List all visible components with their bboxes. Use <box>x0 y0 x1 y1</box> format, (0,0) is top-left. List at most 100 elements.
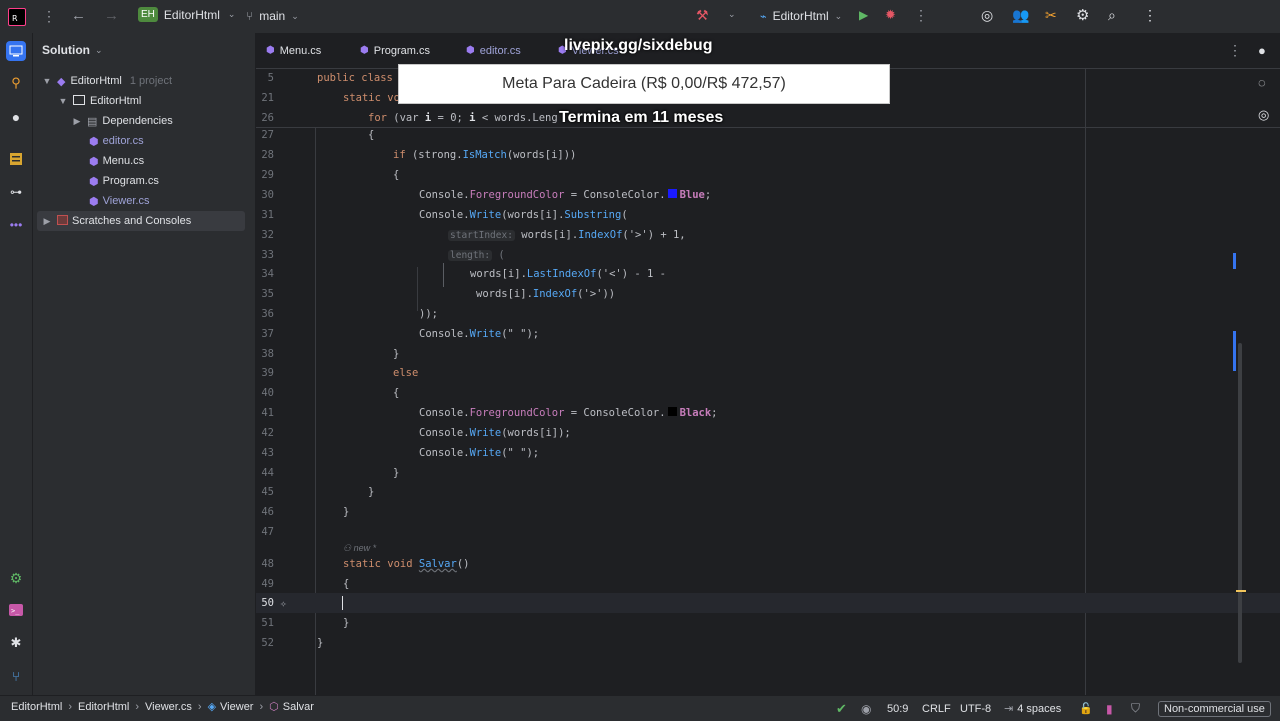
code-text: } <box>368 486 375 498</box>
parameter-hint: startIndex: <box>448 230 515 241</box>
license-badge[interactable]: Non-commercial use <box>1158 696 1271 721</box>
forward-arrow-icon[interactable]: → <box>104 7 119 24</box>
tree-item-file[interactable]: ⬢ Menu.cs <box>33 151 255 171</box>
lightbulb-icon[interactable]: ✧ <box>280 597 287 610</box>
tree-item-label: editor.cs <box>102 135 144 147</box>
plugins-icon[interactable]: ⚙ <box>1076 6 1089 24</box>
csharp-file-icon: ⬢ <box>266 45 275 56</box>
code-text: static vo <box>343 92 400 104</box>
tree-item-project[interactable]: ▼ EditorHtml <box>33 91 255 111</box>
project-view-icon[interactable] <box>6 41 26 61</box>
tab-menu[interactable]: ⬢ Menu.cs <box>266 33 321 68</box>
code-text: static void Salvar() <box>343 558 470 570</box>
project-panel: Solution ⌄ ▼ ◆ EditorHtml 1 project ▼ Ed… <box>33 33 255 695</box>
check-icon[interactable]: ✔ <box>836 696 847 721</box>
svg-text:>_: >_ <box>11 607 20 615</box>
eye-icon[interactable]: ◉ <box>861 696 871 721</box>
code-line: 48 static void Salvar() <box>256 554 1280 574</box>
line-number: 29 <box>261 169 274 181</box>
more-vertical-icon[interactable]: ⋮ <box>42 8 56 25</box>
status-bar: EditorHtml › EditorHtml › Viewer.cs › ◈ … <box>0 695 1280 721</box>
project-icon <box>73 94 85 108</box>
structure-icon[interactable] <box>6 149 26 169</box>
code-text: Console.Write(words[i]); <box>419 427 571 439</box>
chevron-down-icon[interactable]: ⌄ <box>728 9 736 20</box>
code-text: Console.ForegroundColor = ConsoleColor. B… <box>419 189 712 201</box>
code-text: { <box>343 578 350 590</box>
chevron-right-icon: › <box>135 700 140 713</box>
line-number: 37 <box>261 328 274 340</box>
license-label: Non-commercial use <box>1158 700 1271 717</box>
dotcover-icon[interactable]: ◎ <box>1258 107 1269 123</box>
endpoints-icon[interactable]: ⊶ <box>6 182 26 202</box>
code-line: 47 <box>256 522 1280 542</box>
code-line: 28 if (strong.IsMatch(words[i])) <box>256 145 1280 165</box>
tree-item-dependencies[interactable]: ▶ ▤ Dependencies <box>33 111 255 131</box>
shield-icon[interactable]: ⛉ <box>1131 696 1140 721</box>
commit-icon[interactable]: ⚲ <box>6 73 26 93</box>
usage-hint: ⚇ new * <box>343 543 377 553</box>
breadcrumb-item[interactable]: EditorHtml <box>78 701 129 713</box>
tools-icon[interactable]: ✂ <box>1045 7 1057 24</box>
github-icon[interactable]: ● <box>6 107 26 127</box>
services-icon[interactable]: ⚙ <box>6 568 26 588</box>
breadcrumb-item[interactable]: Salvar <box>283 701 314 713</box>
tab-editor[interactable]: ⬢ editor.cs <box>466 33 521 68</box>
breadcrumb-item[interactable]: Viewer <box>220 701 253 713</box>
code-line: 39 else <box>256 363 1280 383</box>
dependencies-icon: ▤ <box>87 115 98 128</box>
more-vertical-icon[interactable]: ⋮ <box>1228 42 1242 59</box>
rider-logo-icon[interactable]: R <box>8 8 26 26</box>
caret-position[interactable]: 50:9 <box>887 696 908 721</box>
back-arrow-icon[interactable]: ← <box>71 7 86 24</box>
tool-window-strip: ⚲ ● ⊶ ••• ⚙ >_ ✱ ⑂ <box>0 33 33 695</box>
code-with-me-icon[interactable]: 👥 <box>1012 7 1029 24</box>
code-text: Console.ForegroundColor = ConsoleColor. B… <box>419 407 718 419</box>
hammer-icon[interactable]: ⚒ <box>696 7 709 24</box>
lock-icon[interactable]: 🔓 <box>1079 696 1093 721</box>
ai-assistant-icon[interactable]: ◎ <box>981 7 993 24</box>
vertical-scrollbar[interactable] <box>1238 343 1242 663</box>
notifications-icon[interactable]: ● <box>1258 43 1266 58</box>
line-number: 51 <box>261 617 274 629</box>
code-line: 52} <box>256 633 1280 653</box>
project-panel-header[interactable]: Solution ⌄ <box>42 43 103 57</box>
tab-program[interactable]: ⬢ Program.cs <box>360 33 430 68</box>
code-text: words[i].IndexOf('>')) <box>476 288 616 300</box>
more-tools-icon[interactable]: ••• <box>6 215 26 235</box>
heap-icon[interactable]: ▮ <box>1106 696 1113 721</box>
tree-item-solution[interactable]: ▼ ◆ EditorHtml 1 project <box>33 71 255 91</box>
chevron-down-icon: ⌄ <box>291 10 299 21</box>
indent-settings[interactable]: ⇥ 4 spaces <box>1004 696 1061 721</box>
line-endings[interactable]: CRLF <box>922 696 951 721</box>
run-config-selector[interactable]: ⌁ EditorHtml ⌄ <box>760 9 842 23</box>
code-text: Console.Write(" "); <box>419 328 540 340</box>
code-text: } <box>393 348 400 360</box>
line-number: 35 <box>261 288 274 300</box>
line-number: 49 <box>261 578 274 590</box>
database-icon[interactable]: ◌ <box>1258 75 1266 90</box>
code-line: 33 length: ( <box>256 245 1280 265</box>
tree-item-file[interactable]: ⬢ Viewer.cs <box>33 191 255 211</box>
branch-name: main <box>259 9 286 23</box>
breadcrumb-item[interactable]: Viewer.cs <box>145 701 192 713</box>
code-text: { <box>393 169 400 181</box>
code-line: 45} <box>256 482 1280 502</box>
run-icon[interactable]: ▶ <box>859 8 868 22</box>
search-icon[interactable]: ⌕ <box>1108 7 1116 24</box>
tree-item-scratches[interactable]: ▶ Scratches and Consoles <box>37 211 245 231</box>
file-encoding[interactable]: UTF-8 <box>960 696 991 721</box>
breadcrumb-item[interactable]: EditorHtml <box>11 701 62 713</box>
settings-menu-icon[interactable]: ⋮ <box>1143 7 1157 24</box>
tree-item-file[interactable]: ⬢ Program.cs <box>33 171 255 191</box>
problems-icon[interactable]: ✱ <box>6 633 26 653</box>
project-selector[interactable]: EH EditorHtml ⌄ <box>138 7 235 22</box>
git-icon[interactable]: ⑂ <box>6 666 26 686</box>
more-vertical-icon[interactable]: ⋮ <box>914 7 928 24</box>
tree-item-label: EditorHtml <box>70 75 122 87</box>
branch-selector[interactable]: ⑂ main ⌄ <box>246 9 299 23</box>
terminal-icon[interactable]: >_ <box>6 600 26 620</box>
debug-icon[interactable]: ✹ <box>885 7 896 23</box>
tree-item-file[interactable]: ⬢ editor.cs <box>33 131 255 151</box>
code-editor[interactable]: ⬢ Menu.cs ⬢ Program.cs ⬢ editor.cs ⬢ Viewer.… <box>256 33 1280 696</box>
